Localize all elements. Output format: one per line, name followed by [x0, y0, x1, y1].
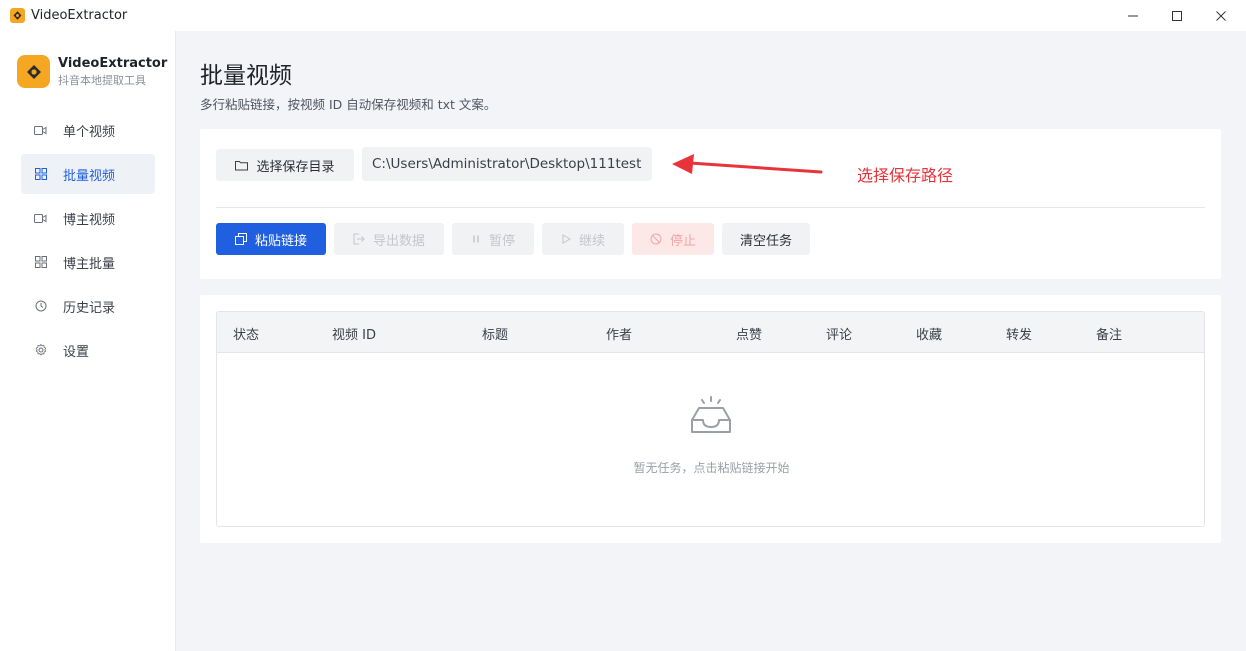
sidebar-item-creator-video[interactable]: 博主视频 [21, 198, 155, 238]
table-header: 状态 视频 ID 标题 作者 点赞 评论 收藏 转发 备注 [217, 312, 1204, 353]
choose-save-directory-label: 选择保存目录 [256, 159, 335, 175]
grid-icon [34, 256, 47, 269]
close-button[interactable] [1198, 0, 1244, 31]
resume-label: 继续 [578, 233, 605, 249]
maximize-icon [1172, 10, 1182, 21]
empty-inbox-icon [691, 396, 731, 433]
brand: VideoExtractor 抖音本地提取工具 [17, 55, 167, 88]
column-header-shares: 转发 [1006, 328, 1033, 343]
sidebar-item-label: 历史记录 [63, 300, 116, 316]
column-header-status: 状态 [233, 328, 260, 343]
resume-button[interactable]: 继续 [542, 223, 624, 255]
stop-icon [650, 233, 662, 245]
choose-save-directory-button[interactable]: 选择保存目录 [216, 149, 354, 181]
minimize-button[interactable] [1110, 0, 1156, 31]
grid-icon [34, 168, 47, 181]
maximize-button[interactable] [1154, 0, 1200, 31]
task-card: 状态 视频 ID 标题 作者 点赞 评论 收藏 转发 备注 暂无任务，点击粘贴链… [200, 295, 1221, 543]
brand-subtitle: 抖音本地提取工具 [58, 74, 146, 87]
paste-links-button[interactable]: 粘贴链接 [216, 223, 326, 255]
sidebar-item-label: 设置 [63, 344, 90, 360]
clear-tasks-label: 清空任务 [739, 233, 792, 249]
task-table: 状态 视频 ID 标题 作者 点赞 评论 收藏 转发 备注 暂无任务，点击粘贴链… [216, 311, 1205, 527]
sidebar-item-label: 单个视频 [63, 124, 116, 140]
video-camera-icon [34, 124, 47, 137]
sidebar-item-label: 批量视频 [63, 168, 116, 184]
close-icon [1216, 10, 1226, 21]
sidebar-item-batch-video[interactable]: 批量视频 [21, 154, 155, 194]
sidebar-item-creator-batch[interactable]: 博主批量 [21, 242, 155, 282]
sidebar-item-label: 博主批量 [63, 256, 116, 272]
page-title: 批量视频 [200, 63, 292, 89]
brand-logo-icon [17, 55, 50, 88]
minimize-icon [1128, 15, 1138, 16]
history-icon [34, 300, 47, 313]
pause-label: 暂停 [488, 233, 515, 249]
sidebar-item-settings[interactable]: 设置 [21, 330, 155, 370]
window-title: VideoExtractor [31, 8, 128, 23]
sidebar-item-history[interactable]: 历史记录 [21, 286, 155, 326]
column-header-likes: 点赞 [736, 328, 763, 343]
folder-icon [235, 160, 249, 171]
annotation-text: 选择保存路径 [857, 166, 954, 185]
page-description: 多行粘贴链接，按视频 ID 自动保存视频和 txt 文案。 [200, 97, 497, 112]
export-data-button[interactable]: 导出数据 [334, 223, 444, 255]
empty-state-text: 暂无任务，点击粘贴链接开始 [633, 461, 790, 475]
copy-icon [234, 233, 247, 245]
sidebar-nav: 单个视频 批量视频 博主视频 博主批量 历史记录 设置 [21, 110, 155, 374]
sidebar-item-single-video[interactable]: 单个视频 [21, 110, 155, 150]
column-header-title: 标题 [482, 328, 509, 343]
pause-button[interactable]: 暂停 [452, 223, 534, 255]
stop-label: 停止 [669, 233, 696, 249]
column-header-author: 作者 [606, 328, 633, 343]
column-header-video-id: 视频 ID [332, 328, 376, 343]
paste-links-label: 粘贴链接 [254, 233, 307, 249]
column-header-notes: 备注 [1096, 328, 1123, 343]
pause-icon [471, 234, 481, 244]
video-camera-icon [34, 212, 47, 225]
gear-icon [34, 344, 47, 357]
sidebar-item-label: 博主视频 [63, 212, 116, 228]
main-content: 批量视频 多行粘贴链接，按视频 ID 自动保存视频和 txt 文案。 选择保存目… [176, 31, 1246, 651]
window-titlebar: VideoExtractor [0, 0, 1246, 31]
stop-button[interactable]: 停止 [632, 223, 714, 255]
brand-name: VideoExtractor [58, 56, 168, 71]
clear-tasks-button[interactable]: 清空任务 [722, 223, 810, 255]
annotation-arrow-icon [672, 154, 823, 174]
app-icon [10, 8, 25, 23]
save-path-display: C:\Users\Administrator\Desktop\111test [362, 147, 652, 181]
play-icon [561, 234, 571, 244]
divider [216, 207, 1205, 208]
sidebar: VideoExtractor 抖音本地提取工具 单个视频 批量视频 博主视频 博… [0, 31, 176, 651]
column-header-comments: 评论 [826, 328, 853, 343]
export-icon [353, 233, 365, 245]
export-data-label: 导出数据 [372, 233, 425, 249]
column-header-favorites: 收藏 [916, 328, 943, 343]
